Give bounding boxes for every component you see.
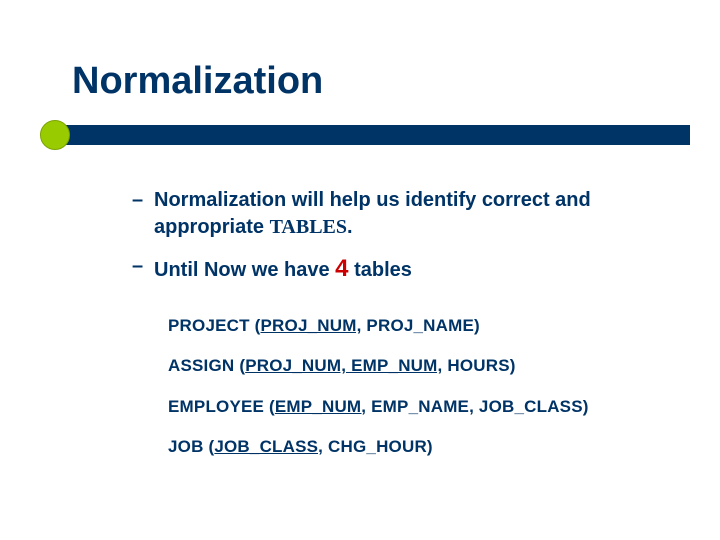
paren-open: ( [204,437,215,456]
paren-open: ( [234,356,245,375]
schema-name: JOB [168,437,204,456]
tables-keyword: TABLES [270,216,347,238]
paren-open: ( [250,316,261,335]
bullet-text: . [347,216,353,238]
bullet-text: Until Now we have [154,259,335,281]
divider-dot [40,120,70,150]
schema-line: JOB (JOB_CLASS, CHG_HOUR) [168,436,660,458]
schema-attrs: CHG_HOUR) [323,437,433,456]
schema-line: EMPLOYEE (EMP_NUM, EMP_NAME, JOB_CLASS) [168,396,660,418]
schema-key: PROJ_NUM, EMP_NUM, [245,356,442,375]
divider-bar [60,125,690,145]
bullet-list: Normalization will help us identify corr… [132,187,640,285]
slide: Normalization Normalization will help us… [0,0,720,540]
schema-line: ASSIGN (PROJ_NUM, EMP_NUM, HOURS) [168,355,660,377]
schema-name: ASSIGN [168,356,234,375]
slide-title: Normalization [72,60,660,103]
bullet-item: Until Now we have 4 tables [132,253,640,285]
paren-open: ( [264,397,275,416]
table-count: 4 [335,255,348,282]
schema-line: PROJECT (PROJ_NUM, PROJ_NAME) [168,315,660,337]
schema-attrs: PROJ_NAME) [362,316,480,335]
schema-key: EMP_NUM, [275,397,366,416]
schema-list: PROJECT (PROJ_NUM, PROJ_NAME) ASSIGN (PR… [168,315,660,457]
schema-attrs: HOURS) [442,356,515,375]
bullet-item: Normalization will help us identify corr… [132,187,640,241]
bullet-text: tables [349,259,412,281]
schema-key: PROJ_NUM, [261,316,362,335]
bullet-text: Normalization will help us identify corr… [154,189,591,238]
title-divider [60,117,660,159]
schema-name: PROJECT [168,316,250,335]
schema-key: JOB_CLASS, [214,437,323,456]
schema-attrs: EMP_NAME, JOB_CLASS) [366,397,588,416]
schema-name: EMPLOYEE [168,397,264,416]
